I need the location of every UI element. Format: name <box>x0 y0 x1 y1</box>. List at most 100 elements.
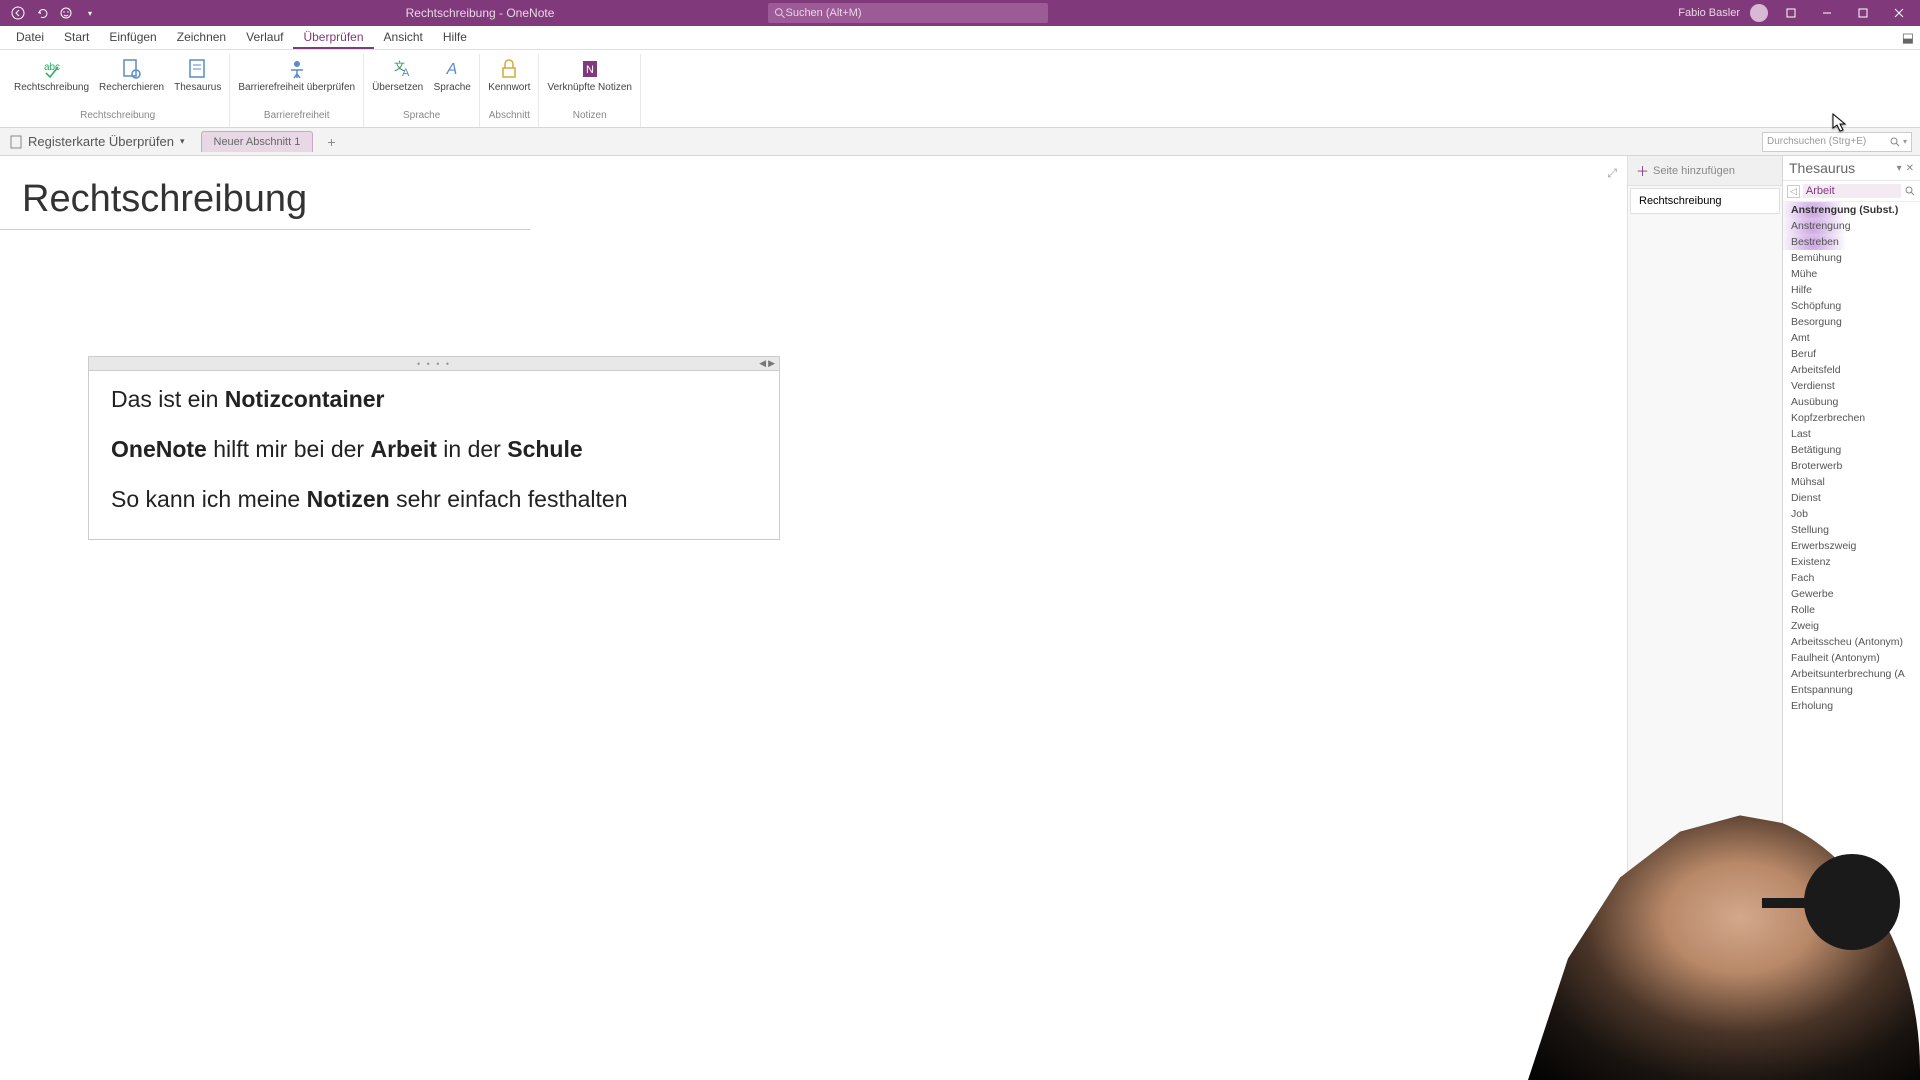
ribbon-button-barrierefreiheit-überprüfen[interactable]: Barrierefreiheit überprüfen <box>234 54 359 95</box>
ribbon-group: Barrierefreiheit überprüfenBarrierefreih… <box>230 54 364 127</box>
qat-dropdown-icon[interactable]: ▾ <box>82 5 98 21</box>
undo-icon[interactable] <box>34 5 50 21</box>
user-name[interactable]: Fabio Basler <box>1678 7 1740 19</box>
menu-item-einfügen[interactable]: Einfügen <box>99 27 166 49</box>
microphone-overlay <box>1804 854 1900 950</box>
thesaurus-result-item[interactable]: Rolle <box>1783 602 1920 618</box>
thesaurus-result-item[interactable]: Kopfzerbrechen <box>1783 410 1920 426</box>
document-title: Rechtschreibung - OneNote <box>406 6 555 20</box>
close-pane-icon[interactable]: ✕ <box>1906 163 1914 174</box>
page-title[interactable]: Rechtschreibung <box>0 156 530 230</box>
page-list-item[interactable]: Rechtschreibung <box>1630 188 1780 214</box>
ribbon-group: KennwortAbschnitt <box>480 54 539 127</box>
add-section-button[interactable]: + <box>321 132 341 152</box>
thesaurus-result-item[interactable]: Bestreben <box>1783 234 1920 250</box>
thesaurus-result-item[interactable]: Beruf <box>1783 346 1920 362</box>
thesaurus-result-item[interactable]: Broterwerb <box>1783 458 1920 474</box>
pane-options-icon[interactable]: ▾ <box>1897 163 1902 174</box>
thesaurus-title: Thesaurus <box>1789 160 1855 176</box>
touch-mode-icon[interactable] <box>58 5 74 21</box>
thesaurus-back-icon[interactable]: ◁ <box>1787 185 1800 198</box>
thesaurus-result-item[interactable]: Amt <box>1783 330 1920 346</box>
barrierefreiheit-überprüfen-icon <box>283 56 311 80</box>
ribbon-button-rechtschreibung[interactable]: abcRechtschreibung <box>10 54 93 95</box>
minimize-icon[interactable] <box>1814 2 1840 24</box>
page-canvas[interactable]: ⤢ Rechtschreibung • • • • ◀ ▶ Das ist ei… <box>0 156 1627 1080</box>
ribbon-button-kennwort[interactable]: Kennwort <box>484 54 534 95</box>
ribbon-button-sprache[interactable]: ASprache <box>429 54 475 95</box>
thesaurus-result-item[interactable]: Arbeitsunterbrechung (A <box>1783 666 1920 682</box>
maximize-icon[interactable] <box>1850 2 1876 24</box>
menu-item-datei[interactable]: Datei <box>6 27 54 49</box>
thesaurus-result-item[interactable]: Existenz <box>1783 554 1920 570</box>
thesaurus-result-item[interactable]: Erwerbszweig <box>1783 538 1920 554</box>
thesaurus-result-item[interactable]: Erholung <box>1783 698 1920 714</box>
ribbon-button-thesaurus[interactable]: Thesaurus <box>170 54 225 95</box>
drag-dots-icon: • • • • <box>417 359 451 369</box>
notebook-name: Registerkarte Überprüfen <box>28 134 174 149</box>
ribbon-button-recherchieren[interactable]: Recherchieren <box>95 54 168 95</box>
thesaurus-result-item[interactable]: Entspannung <box>1783 682 1920 698</box>
thesaurus-result-item[interactable]: Anstrengung <box>1783 218 1920 234</box>
note-container-handle[interactable]: • • • • ◀ ▶ <box>89 357 779 371</box>
thesaurus-result-item[interactable]: Zweig <box>1783 618 1920 634</box>
thesaurus-result-item[interactable]: Faulheit (Antonym) <box>1783 650 1920 666</box>
sprache-icon: A <box>438 56 466 80</box>
thesaurus-result-item[interactable]: Ausübung <box>1783 394 1920 410</box>
thesaurus-result-item[interactable]: Betätigung <box>1783 442 1920 458</box>
thesaurus-result-item[interactable]: Job <box>1783 506 1920 522</box>
kennwort-icon <box>495 56 523 80</box>
thesaurus-result-item[interactable]: Verdienst <box>1783 378 1920 394</box>
svg-text:A: A <box>446 61 458 78</box>
thesaurus-result-item[interactable]: Besorgung <box>1783 314 1920 330</box>
thesaurus-search-term[interactable]: Arbeit <box>1803 184 1901 198</box>
thesaurus-result-item[interactable]: Arbeitsscheu (Antonym) <box>1783 634 1920 650</box>
note-next-icon[interactable]: ▶ <box>768 358 775 369</box>
ribbon-button-verknüpfte-notizen[interactable]: NVerknüpfte Notizen <box>543 54 636 95</box>
note-container[interactable]: • • • • ◀ ▶ Das ist ein Notizcontainer O… <box>88 356 780 540</box>
menu-item-verlauf[interactable]: Verlauf <box>236 27 293 49</box>
add-page-button[interactable]: ＋ Seite hinzufügen <box>1628 156 1782 186</box>
thesaurus-result-item[interactable]: Dienst <box>1783 490 1920 506</box>
expand-icon[interactable]: ⤢ <box>1607 166 1617 181</box>
thesaurus-result-item[interactable]: Anstrengung (Subst.) <box>1783 202 1920 218</box>
menu-item-hilfe[interactable]: Hilfe <box>433 27 477 49</box>
note-line[interactable]: OneNote hilft mir bei der Arbeit in der … <box>111 435 757 465</box>
titlebar: ▾ Rechtschreibung - OneNote Fabio Basler <box>0 0 1920 26</box>
section-tab[interactable]: Neuer Abschnitt 1 <box>201 131 314 152</box>
menu-item-start[interactable]: Start <box>54 27 99 49</box>
rechtschreibung-icon: abc <box>38 56 66 80</box>
global-search-input[interactable] <box>785 7 1042 19</box>
menu-item-ansicht[interactable]: Ansicht <box>374 27 433 49</box>
global-search[interactable] <box>768 3 1048 23</box>
thesaurus-result-item[interactable]: Last <box>1783 426 1920 442</box>
thesaurus-result-item[interactable]: Mühe <box>1783 266 1920 282</box>
thesaurus-result-item[interactable]: Hilfe <box>1783 282 1920 298</box>
note-line[interactable]: Das ist ein Notizcontainer <box>111 385 757 415</box>
thesaurus-result-item[interactable]: Schöpfung <box>1783 298 1920 314</box>
menu-item-zeichnen[interactable]: Zeichnen <box>167 27 236 49</box>
thesaurus-result-item[interactable]: Mühsal <box>1783 474 1920 490</box>
thesaurus-result-item[interactable]: Gewerbe <box>1783 586 1920 602</box>
thesaurus-result-item[interactable]: Arbeitsfeld <box>1783 362 1920 378</box>
thesaurus-result-item[interactable]: Bemühung <box>1783 250 1920 266</box>
thesaurus-result-item[interactable]: Fach <box>1783 570 1920 586</box>
search-icon[interactable] <box>1904 185 1916 197</box>
plus-icon: ＋ <box>1636 161 1649 180</box>
ribbon-mode-icon[interactable] <box>1778 2 1804 24</box>
recherchieren-icon <box>118 56 146 80</box>
close-icon[interactable] <box>1886 2 1912 24</box>
user-avatar[interactable] <box>1750 4 1768 22</box>
thesaurus-result-item[interactable]: Stellung <box>1783 522 1920 538</box>
note-prev-icon[interactable]: ◀ <box>759 358 766 369</box>
search-icon <box>1889 136 1901 148</box>
ribbon-collapse-icon[interactable]: ⬓ <box>1902 30 1914 46</box>
menu-item-überprüfen[interactable]: Überprüfen <box>293 27 373 49</box>
notebookbar: Registerkarte Überprüfen ▾ Neuer Abschni… <box>0 128 1920 156</box>
notebook-dropdown[interactable]: Registerkarte Überprüfen ▾ <box>0 134 195 149</box>
ribbon-button-übersetzen[interactable]: 文AÜbersetzen <box>368 54 427 95</box>
ribbon-group: abcRechtschreibungRecherchierenThesaurus… <box>6 54 230 127</box>
chevron-down-icon: ▾ <box>180 136 185 147</box>
back-nav-icon[interactable] <box>10 5 26 21</box>
note-line[interactable]: So kann ich meine Notizen sehr einfach f… <box>111 485 757 515</box>
